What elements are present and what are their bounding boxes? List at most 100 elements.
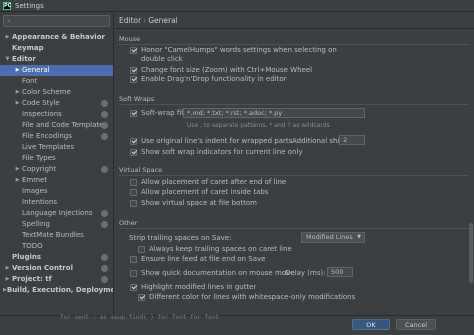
sidebar-item[interactable]: File Encodings bbox=[0, 131, 113, 142]
sidebar-item[interactable]: ▶ Version Control bbox=[0, 263, 113, 274]
settings-search-input[interactable]: ⌕ bbox=[3, 15, 110, 27]
project-scope-icon bbox=[101, 166, 108, 173]
checkbox-box[interactable] bbox=[130, 269, 137, 277]
settings-content: Editor › General Mouse Honor "CamelHumps" … bbox=[115, 13, 474, 315]
sidebar-item[interactable]: Font bbox=[0, 76, 113, 87]
checkbox-box[interactable] bbox=[138, 245, 145, 253]
background-editor-text: for sent : as soup.find( ) for font for … bbox=[60, 314, 219, 321]
cancel-button[interactable]: Cancel bbox=[396, 319, 436, 330]
sidebar-item-label: Appearance & Behavior bbox=[12, 33, 105, 41]
sidebar-item-label: Version Control bbox=[12, 264, 73, 272]
header-divider bbox=[115, 28, 474, 29]
section-mouse-title: Mouse bbox=[119, 35, 141, 43]
checkbox-box[interactable] bbox=[130, 283, 137, 291]
quick-doc-checkbox[interactable]: Show quick documentation on mouse move bbox=[130, 269, 295, 277]
ok-button[interactable]: OK bbox=[352, 319, 390, 330]
app-logo-icon: PC bbox=[3, 1, 12, 10]
sidebar-item[interactable]: ▶ Appearance & Behavior bbox=[0, 32, 113, 43]
sidebar-item-label: File Encodings bbox=[22, 132, 72, 140]
quick-doc-label: Show quick documentation on mouse move bbox=[141, 269, 295, 277]
sidebar-item[interactable]: ▶ Emmet bbox=[0, 175, 113, 186]
checkbox-box[interactable] bbox=[130, 137, 137, 145]
sidebar-item[interactable]: Language Injections bbox=[0, 208, 113, 219]
strip-spaces-select[interactable]: Modified Lines ▼ bbox=[301, 232, 365, 243]
caret-after-end-checkbox[interactable]: Allow placement of caret after end of li… bbox=[130, 178, 286, 186]
checkbox-box[interactable] bbox=[130, 255, 137, 263]
sidebar-item[interactable]: ▶ General bbox=[0, 65, 113, 76]
additional-shift-field[interactable]: 2 bbox=[339, 135, 365, 145]
checkbox-box[interactable] bbox=[130, 178, 137, 186]
keep-trailing-label: Always keep trailing spaces on caret lin… bbox=[149, 245, 292, 253]
sidebar-item[interactable]: ▶ Project: tf bbox=[0, 274, 113, 285]
softwrap-hint: Use ; to separate patterns, * and ? as w… bbox=[187, 122, 330, 129]
camelhumps-label: Honor "CamelHumps" words settings when s… bbox=[141, 46, 337, 54]
sidebar-item[interactable]: ▶ Color Scheme bbox=[0, 87, 113, 98]
checkbox-box[interactable] bbox=[130, 66, 137, 74]
whitespace-color-label: Different color for lines with whitespac… bbox=[149, 293, 356, 301]
collapsed-arrow-icon[interactable]: ▶ bbox=[13, 98, 22, 109]
checkbox-box[interactable] bbox=[130, 188, 137, 196]
sidebar-item[interactable]: TODO bbox=[0, 241, 113, 252]
original-indent-checkbox[interactable]: Use original line's indent for wrapped p… bbox=[130, 137, 292, 145]
sidebar-item[interactable]: Intentions bbox=[0, 197, 113, 208]
virtual-space-bottom-label: Show virtual space at file bottom bbox=[141, 199, 257, 207]
content-scrollbar[interactable] bbox=[469, 223, 473, 283]
strip-spaces-value: Modified Lines bbox=[306, 233, 353, 241]
sidebar-item[interactable]: Plugins bbox=[0, 252, 113, 263]
sidebar-item-label: Keymap bbox=[12, 44, 44, 52]
sidebar-item[interactable]: Live Templates bbox=[0, 142, 113, 153]
collapsed-arrow-icon[interactable]: ▶ bbox=[13, 65, 22, 76]
sidebar-item[interactable]: Inspections bbox=[0, 109, 113, 120]
highlight-modified-checkbox[interactable]: Highlight modified lines in gutter bbox=[130, 283, 256, 291]
sidebar-item[interactable]: ▶ Build, Execution, Deployment bbox=[0, 285, 113, 296]
delay-label: Delay (ms): bbox=[285, 269, 326, 277]
collapsed-arrow-icon[interactable]: ▶ bbox=[3, 274, 12, 285]
checkbox-box[interactable] bbox=[130, 46, 137, 54]
virtual-space-bottom-checkbox[interactable]: Show virtual space at file bottom bbox=[130, 199, 257, 207]
project-scope-icon bbox=[101, 276, 108, 283]
checkbox-box[interactable] bbox=[138, 293, 145, 301]
delay-field[interactable]: 500 bbox=[327, 267, 353, 277]
show-indicators-checkbox[interactable]: Show soft wrap indicators for current li… bbox=[130, 148, 303, 156]
original-indent-label: Use original line's indent for wrapped p… bbox=[141, 137, 293, 145]
sidebar-item[interactable]: Images bbox=[0, 186, 113, 197]
project-scope-icon bbox=[101, 221, 108, 228]
ensure-linefeed-checkbox[interactable]: Ensure line feed at file end on Save bbox=[130, 255, 266, 263]
sidebar-item-label: Project: tf bbox=[12, 275, 52, 283]
checkbox-box[interactable] bbox=[130, 75, 137, 83]
sidebar-item[interactable]: Keymap bbox=[0, 43, 113, 54]
search-icon: ⌕ bbox=[7, 17, 11, 25]
zoom-checkbox[interactable]: Change font size (Zoom) with Ctrl+Mouse … bbox=[130, 66, 312, 74]
whitespace-color-checkbox[interactable]: Different color for lines with whitespac… bbox=[138, 293, 355, 301]
section-divider bbox=[119, 228, 469, 229]
camelhumps-checkbox[interactable]: Honor "CamelHumps" words settings when s… bbox=[130, 46, 337, 54]
collapsed-arrow-icon[interactable]: ▶ bbox=[3, 32, 12, 43]
camelhumps-label-cont: double click bbox=[141, 55, 183, 63]
sidebar-item[interactable]: ▶ Code Style bbox=[0, 98, 113, 109]
collapsed-arrow-icon[interactable]: ▶ bbox=[13, 175, 22, 186]
sidebar-item-label: Images bbox=[22, 187, 48, 195]
section-virtualspace-title: Virtual Space bbox=[119, 166, 163, 174]
checkbox-box[interactable] bbox=[130, 109, 137, 117]
collapsed-arrow-icon[interactable]: ▶ bbox=[3, 263, 12, 274]
sidebar-item[interactable]: File and Code Templates bbox=[0, 120, 113, 131]
sidebar-item[interactable]: ▶ Copyright bbox=[0, 164, 113, 175]
sidebar-item-label: Copyright bbox=[22, 165, 57, 173]
breadcrumb-parent[interactable]: Editor bbox=[119, 16, 141, 25]
collapsed-arrow-icon[interactable]: ▶ bbox=[13, 87, 22, 98]
caret-inside-tabs-label: Allow placement of caret inside tabs bbox=[141, 188, 269, 196]
checkbox-box[interactable] bbox=[130, 148, 137, 156]
sidebar-item[interactable]: Spelling bbox=[0, 219, 113, 230]
expanded-arrow-icon[interactable]: ▼ bbox=[3, 54, 12, 65]
sidebar-item[interactable]: TextMate Bundles bbox=[0, 230, 113, 241]
softwrap-patterns-field[interactable]: *.md; *.txt; *.rst; *.adoc; *.py bbox=[183, 108, 365, 118]
keep-trailing-checkbox[interactable]: Always keep trailing spaces on caret lin… bbox=[138, 245, 292, 253]
ensure-linefeed-label: Ensure line feed at file end on Save bbox=[141, 255, 266, 263]
caret-inside-tabs-checkbox[interactable]: Allow placement of caret inside tabs bbox=[130, 188, 268, 196]
checkbox-box[interactable] bbox=[130, 199, 137, 207]
sidebar-item[interactable]: ▼ Editor bbox=[0, 54, 113, 65]
collapsed-arrow-icon[interactable]: ▶ bbox=[13, 164, 22, 175]
sidebar-item[interactable]: File Types bbox=[0, 153, 113, 164]
project-scope-icon bbox=[101, 111, 108, 118]
dragdrop-checkbox[interactable]: Enable Drag'n'Drop functionality in edit… bbox=[130, 75, 287, 83]
